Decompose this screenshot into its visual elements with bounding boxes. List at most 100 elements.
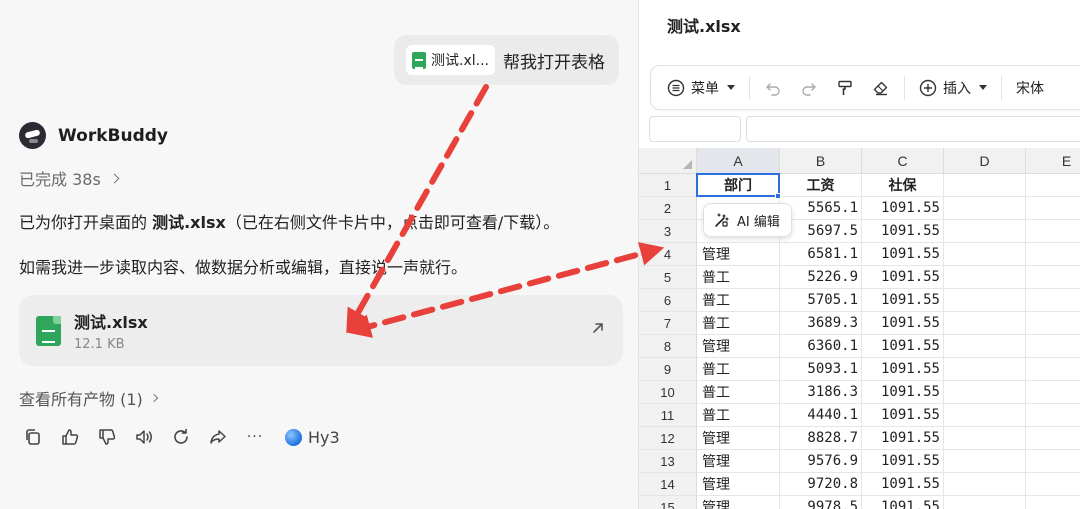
table-cell[interactable]: [944, 289, 1026, 312]
table-cell[interactable]: [1026, 427, 1080, 450]
table-cell[interactable]: 部门: [697, 174, 780, 197]
table-cell[interactable]: [1026, 381, 1080, 404]
table-cell[interactable]: 普工: [697, 404, 780, 427]
table-cell[interactable]: 9576.9: [780, 450, 862, 473]
table-cell[interactable]: 5565.1: [780, 197, 862, 220]
column-header-c[interactable]: C: [862, 148, 944, 174]
regenerate-button[interactable]: [170, 426, 192, 448]
table-cell[interactable]: 1091.55: [862, 381, 944, 404]
table-cell[interactable]: 5697.5: [780, 220, 862, 243]
row-header[interactable]: 7: [639, 312, 697, 335]
row-header[interactable]: 1: [639, 174, 697, 197]
font-selector[interactable]: 宋体: [1016, 78, 1044, 98]
table-cell[interactable]: 管理: [697, 335, 780, 358]
table-cell[interactable]: [944, 427, 1026, 450]
row-header[interactable]: 9: [639, 358, 697, 381]
table-cell[interactable]: [1026, 197, 1080, 220]
table-cell[interactable]: [944, 496, 1026, 509]
table-cell[interactable]: [1026, 220, 1080, 243]
column-header-a[interactable]: A: [697, 148, 780, 174]
table-cell[interactable]: [944, 450, 1026, 473]
column-header-b[interactable]: B: [780, 148, 862, 174]
table-cell[interactable]: 1091.55: [862, 289, 944, 312]
row-header[interactable]: 6: [639, 289, 697, 312]
table-cell[interactable]: [1026, 404, 1080, 427]
row-header[interactable]: 4: [639, 243, 697, 266]
table-cell[interactable]: 5705.1: [780, 289, 862, 312]
table-cell[interactable]: [1026, 289, 1080, 312]
table-cell[interactable]: 1091.55: [862, 404, 944, 427]
table-cell[interactable]: 1091.55: [862, 266, 944, 289]
table-cell[interactable]: [944, 243, 1026, 266]
table-cell[interactable]: 普工: [697, 381, 780, 404]
table-cell[interactable]: 管理: [697, 473, 780, 496]
fill-handle[interactable]: [775, 193, 781, 199]
menu-button[interactable]: 菜单: [667, 78, 735, 98]
table-cell[interactable]: 1091.55: [862, 312, 944, 335]
model-badge[interactable]: Hy3: [285, 428, 340, 447]
table-cell[interactable]: [1026, 335, 1080, 358]
table-cell[interactable]: [944, 404, 1026, 427]
table-cell[interactable]: [1026, 450, 1080, 473]
name-box-input[interactable]: [649, 116, 741, 142]
table-cell[interactable]: 工资: [780, 174, 862, 197]
row-header[interactable]: 13: [639, 450, 697, 473]
like-button[interactable]: [59, 426, 81, 448]
row-header[interactable]: 15: [639, 496, 697, 509]
table-cell[interactable]: [944, 220, 1026, 243]
copy-button[interactable]: [22, 426, 44, 448]
attached-file-chip[interactable]: 测试.xl...: [406, 45, 495, 75]
table-cell[interactable]: [1026, 496, 1080, 509]
table-cell[interactable]: [944, 381, 1026, 404]
row-header[interactable]: 3: [639, 220, 697, 243]
table-cell[interactable]: 1091.55: [862, 243, 944, 266]
dislike-button[interactable]: [96, 426, 118, 448]
share-button[interactable]: [207, 426, 229, 448]
row-header[interactable]: 12: [639, 427, 697, 450]
table-cell[interactable]: 9978.5: [780, 496, 862, 509]
table-cell[interactable]: 1091.55: [862, 335, 944, 358]
table-cell[interactable]: 普工: [697, 312, 780, 335]
eraser-icon[interactable]: [872, 79, 890, 97]
table-cell[interactable]: 3689.3: [780, 312, 862, 335]
read-aloud-button[interactable]: [133, 426, 155, 448]
view-all-artifacts-link[interactable]: 查看所有产物 (1): [19, 386, 159, 410]
row-header[interactable]: 14: [639, 473, 697, 496]
redo-icon[interactable]: [800, 79, 818, 97]
select-all-corner[interactable]: [639, 148, 697, 174]
insert-button[interactable]: 插入: [919, 78, 987, 98]
table-cell[interactable]: 1091.55: [862, 197, 944, 220]
more-button[interactable]: ···: [244, 426, 266, 448]
table-cell[interactable]: 普工: [697, 358, 780, 381]
table-cell[interactable]: [944, 358, 1026, 381]
format-painter-icon[interactable]: [836, 79, 854, 97]
row-header[interactable]: 10: [639, 381, 697, 404]
table-cell[interactable]: [944, 174, 1026, 197]
table-cell[interactable]: 5093.1: [780, 358, 862, 381]
table-cell[interactable]: [1026, 358, 1080, 381]
table-cell[interactable]: 1091.55: [862, 450, 944, 473]
table-cell[interactable]: [944, 266, 1026, 289]
ai-edit-button[interactable]: AI 编辑: [703, 203, 792, 237]
table-cell[interactable]: [1026, 174, 1080, 197]
table-cell[interactable]: 6581.1: [780, 243, 862, 266]
sheet-grid[interactable]: ABCDE 1 部门 工资 社保 2 5565.1 1091.55 3 5697.5 1091.5…: [639, 148, 1080, 509]
table-cell[interactable]: 1091.55: [862, 496, 944, 509]
table-cell[interactable]: [944, 312, 1026, 335]
open-external-icon[interactable]: [591, 321, 605, 335]
table-cell[interactable]: [1026, 312, 1080, 335]
row-header[interactable]: 2: [639, 197, 697, 220]
table-cell[interactable]: 8828.7: [780, 427, 862, 450]
table-cell[interactable]: [944, 473, 1026, 496]
table-cell[interactable]: 3186.3: [780, 381, 862, 404]
row-header[interactable]: 11: [639, 404, 697, 427]
table-cell[interactable]: 普工: [697, 289, 780, 312]
completion-status[interactable]: 已完成 38s: [19, 166, 120, 190]
table-cell[interactable]: 6360.1: [780, 335, 862, 358]
table-cell[interactable]: 5226.9: [780, 266, 862, 289]
formula-bar-input[interactable]: [746, 116, 1080, 142]
table-cell[interactable]: 1091.55: [862, 473, 944, 496]
table-cell[interactable]: 1091.55: [862, 427, 944, 450]
table-cell[interactable]: [1026, 266, 1080, 289]
column-header-d[interactable]: D: [944, 148, 1026, 174]
